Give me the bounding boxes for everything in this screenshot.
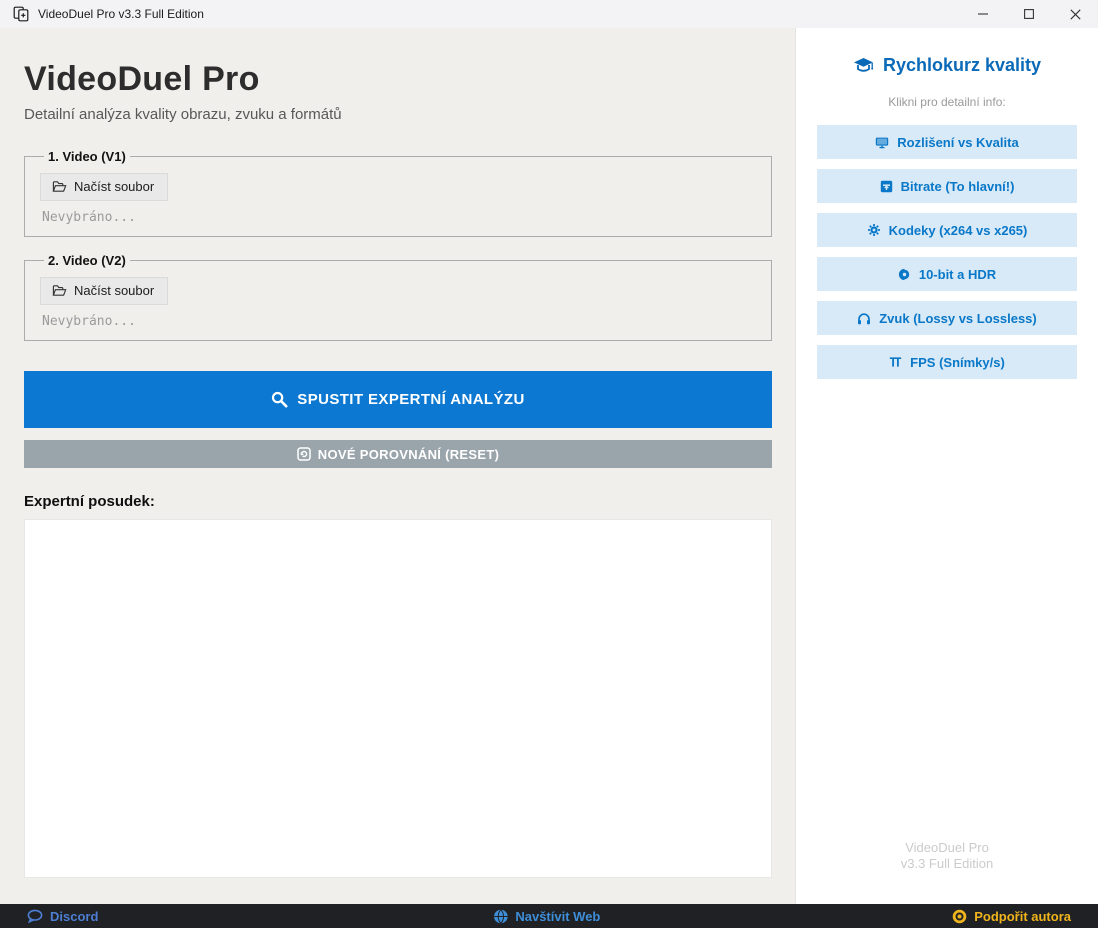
video2-group: 2. Video (V2) Načíst soubor Nevybráno... xyxy=(24,253,772,341)
report-label: Expertní posudek: xyxy=(24,493,155,510)
film-frames-icon xyxy=(889,357,902,367)
page-subtitle: Detailní analýza kvality obrazu, zvuku a… xyxy=(24,106,342,123)
video1-group: 1. Video (V1) Načíst soubor Nevybráno... xyxy=(24,149,772,237)
video2-legend: 2. Video (V2) xyxy=(48,253,126,268)
close-button[interactable] xyxy=(1052,0,1098,28)
video1-load-button[interactable]: Načíst soubor xyxy=(40,173,169,201)
minimize-icon xyxy=(978,13,988,15)
reset-document-icon xyxy=(297,447,311,461)
maximize-icon xyxy=(1024,9,1034,19)
reset-button-label: NOVÉ POROVNÁNÍ (RESET) xyxy=(317,446,500,462)
status-bar: Discord Navštívit Web Podpořit autora xyxy=(0,904,1098,928)
sidebar-item-label: Kodeky (x264 vs x265) xyxy=(888,222,1028,238)
sidebar-header: Rychlokurz kvality xyxy=(853,55,1041,76)
window-title: VideoDuel Pro v3.3 Full Edition xyxy=(38,7,204,21)
window-controls xyxy=(960,0,1098,28)
search-icon xyxy=(272,391,288,408)
video1-legend: 1. Video (V1) xyxy=(48,149,126,164)
reset-button[interactable]: NOVÉ POROVNÁNÍ (RESET) xyxy=(24,440,772,468)
discord-label: Discord xyxy=(50,908,99,924)
video1-load-label: Načíst soubor xyxy=(74,179,155,194)
donate-label: Podpořit autora xyxy=(974,908,1071,924)
open-folder-icon xyxy=(52,181,67,192)
sidebar-item-label: FPS (Snímky/s) xyxy=(910,354,1005,370)
app-body: VideoDuel Pro Detailní analýza kvality o… xyxy=(0,28,1098,904)
app-window: VideoDuel Pro v3.3 Full Edition VideoDue… xyxy=(0,0,1098,928)
analyze-button-label: SPUSTIT EXPERTNÍ ANALÝZU xyxy=(297,391,525,408)
chat-bubble-icon xyxy=(27,909,43,923)
video2-load-label: Načíst soubor xyxy=(74,283,155,298)
sidebar-item-label: Zvuk (Lossy vs Lossless) xyxy=(879,310,1037,326)
page-title: VideoDuel Pro xyxy=(24,60,260,98)
footer-app-name: VideoDuel Pro xyxy=(905,840,989,855)
compare-documents-icon xyxy=(13,6,29,22)
footer-app-version: v3.3 Full Edition xyxy=(900,856,994,871)
sidebar-button-list: Rozlišení vs Kvalita Bitrate (To hlavní!… xyxy=(796,125,1098,389)
discord-link[interactable]: Discord xyxy=(27,909,98,924)
sidebar-item-bitrate[interactable]: Bitrate (To hlavní!) xyxy=(817,169,1077,203)
sidebar-item-label: Bitrate (To hlavní!) xyxy=(900,178,1015,194)
sidebar-item-label: 10-bit a HDR xyxy=(918,266,997,282)
gear-icon xyxy=(867,224,880,236)
main-panel: VideoDuel Pro Detailní analýza kvality o… xyxy=(0,28,795,904)
video2-load-button[interactable]: Načíst soubor xyxy=(40,277,169,305)
analyze-button[interactable]: SPUSTIT EXPERTNÍ ANALÝZU xyxy=(24,371,772,428)
minimize-button[interactable] xyxy=(960,0,1006,28)
graduation-cap-icon xyxy=(853,58,874,72)
website-label: Navštívit Web xyxy=(515,908,601,924)
titlebar: VideoDuel Pro v3.3 Full Edition xyxy=(0,0,1098,28)
sidebar-subtitle: Klikni pro detailní info: xyxy=(888,95,1006,109)
color-wheel-icon xyxy=(898,268,911,280)
video2-file-status: Nevybráno... xyxy=(42,314,136,329)
maximize-button[interactable] xyxy=(1006,0,1052,28)
sidebar: Rychlokurz kvality Klikni pro detailní i… xyxy=(795,28,1098,904)
sidebar-item-hdr[interactable]: 10-bit a HDR xyxy=(817,257,1077,291)
tv-icon xyxy=(876,137,889,148)
sidebar-item-label: Rozlišení vs Kvalita xyxy=(897,134,1019,150)
coin-icon xyxy=(952,909,967,923)
sidebar-item-resolution[interactable]: Rozlišení vs Kvalita xyxy=(817,125,1077,159)
sidebar-footer: VideoDuel Pro v3.3 Full Edition xyxy=(901,840,994,872)
video1-file-status: Nevybráno... xyxy=(42,210,136,225)
headphones-icon xyxy=(858,312,871,324)
sidebar-item-audio[interactable]: Zvuk (Lossy vs Lossless) xyxy=(817,301,1077,335)
sidebar-item-codecs[interactable]: Kodeky (x264 vs x265) xyxy=(817,213,1077,247)
globe-icon xyxy=(494,908,508,924)
package-icon xyxy=(880,180,892,192)
website-link[interactable]: Navštívit Web xyxy=(493,909,600,924)
donate-link[interactable]: Podpořit autora xyxy=(952,909,1071,924)
report-textarea[interactable] xyxy=(24,519,772,878)
open-folder-icon xyxy=(52,285,67,296)
close-icon xyxy=(1069,8,1081,20)
sidebar-item-fps[interactable]: FPS (Snímky/s) xyxy=(817,345,1077,379)
sidebar-title: Rychlokurz kvality xyxy=(882,55,1042,75)
